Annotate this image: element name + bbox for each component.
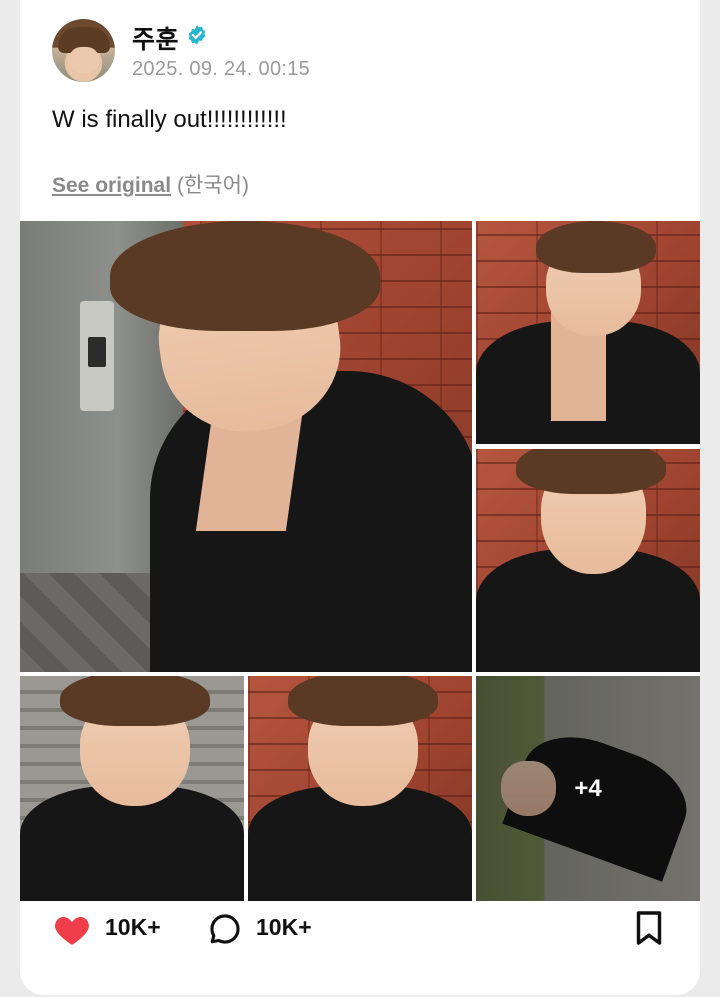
photo-6[interactable]: +4	[476, 676, 700, 901]
more-photos-overlay[interactable]: +4	[476, 676, 700, 901]
heart-icon[interactable]	[53, 912, 91, 946]
hair-shape	[536, 221, 656, 273]
see-original-link[interactable]: See original	[52, 174, 171, 197]
author-name[interactable]: 주훈	[132, 20, 179, 56]
comment-bubble-icon[interactable]	[208, 912, 242, 946]
like-count: 10K+	[105, 914, 161, 940]
photo-4[interactable]	[20, 676, 244, 901]
post-text: W is finally out!!!!!!!!!!!!	[52, 106, 287, 133]
photo-1[interactable]	[20, 221, 472, 672]
comment-count: 10K+	[256, 914, 312, 940]
hair-shape	[110, 221, 380, 331]
photo-3[interactable]	[476, 449, 700, 672]
photo-5[interactable]	[248, 676, 472, 901]
bookmark-icon[interactable]	[634, 910, 664, 946]
hair-shape	[60, 676, 210, 726]
hair-shape	[288, 676, 438, 726]
translation-row: See original (한국어)	[52, 169, 249, 199]
original-language-label: (한국어)	[177, 174, 249, 197]
verified-badge-icon	[188, 25, 206, 45]
photo-2[interactable]	[476, 221, 700, 444]
avatar-face-shape	[69, 47, 99, 73]
hair-shape	[516, 449, 666, 494]
post-actions-bar: 10K+ 10K+	[20, 901, 700, 961]
door-lock-shape	[80, 301, 114, 411]
post-card: 주훈 2025. 09. 24. 00:15 W is finally out!…	[20, 0, 700, 995]
author-avatar[interactable]	[52, 19, 115, 82]
post-timestamp: 2025. 09. 24. 00:15	[132, 58, 311, 80]
